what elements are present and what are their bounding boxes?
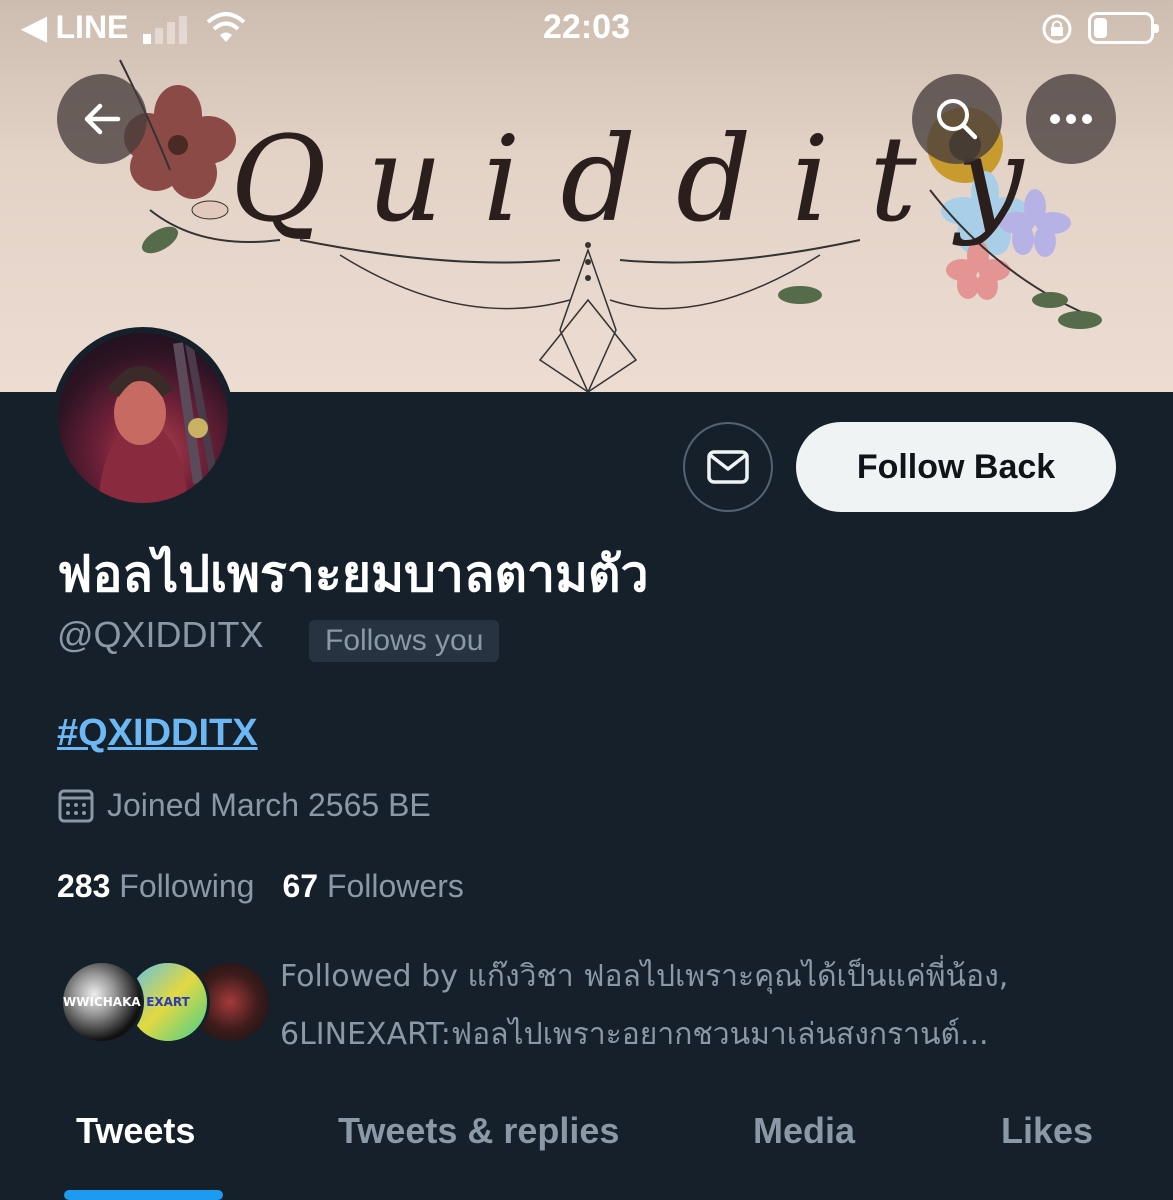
message-button[interactable] [683, 422, 773, 512]
battery-icon [1088, 12, 1159, 44]
followed-by-line-1: Followed by แก๊งวิชา ฟอลไปเพราะคุณได้เป็… [280, 959, 1009, 994]
bio-hashtag-link[interactable]: #QXIDDITX [57, 712, 258, 755]
tab-media[interactable]: Media [753, 1110, 855, 1152]
avatar-image [58, 333, 228, 503]
status-bar: ◀ LINE 22:03 [0, 0, 1173, 60]
followers-count: 67 [282, 868, 319, 904]
search-button[interactable] [912, 74, 1002, 164]
followers-label: Followers [326, 868, 464, 904]
username-handle: @QXIDDITX [57, 614, 264, 655]
tab-tweets-replies[interactable]: Tweets & replies [338, 1110, 619, 1152]
search-icon [937, 99, 978, 140]
joined-text: Joined March 2565 BE [107, 786, 431, 823]
follows-you-badge: Follows you [309, 620, 500, 662]
follow-stats: 283 Following 67 Followers [57, 868, 464, 905]
clock: 22:03 [543, 8, 630, 46]
more-options-button[interactable] [1026, 74, 1116, 164]
orientation-lock-icon [1042, 14, 1072, 44]
display-name: ฟอลไปเพราะยมบาลตามตัว [57, 545, 649, 603]
more-icon [1050, 114, 1092, 124]
tab-likes[interactable]: Likes [1001, 1110, 1093, 1152]
profile-avatar[interactable] [52, 327, 234, 509]
mail-icon [707, 450, 749, 484]
back-arrow-icon [84, 103, 121, 135]
followed-by-text[interactable]: Followed by แก๊งวิชา ฟอลไปเพราะคุณได้เป็… [280, 948, 1140, 1064]
following-label: Following [119, 868, 255, 904]
joined-date: Joined March 2565 BE [57, 786, 431, 824]
back-button[interactable] [57, 74, 147, 164]
followed-by-line-2: 6LINEXART:ฟอลไปเพราะอยากชวนมาเล่นสงกรานต… [280, 1017, 989, 1052]
banner-title: Quiddity [230, 110, 1064, 248]
calendar-icon [58, 789, 94, 823]
profile-tabs: Tweets Tweets & replies Media Likes [0, 1110, 1173, 1200]
tab-tweets[interactable]: Tweets [76, 1110, 195, 1152]
follow-back-button[interactable]: Follow Back [796, 422, 1116, 512]
following-count: 283 [57, 868, 111, 904]
followed-by-avatars[interactable]: WWICHAKAN EXART [60, 960, 272, 1046]
followers-link[interactable]: 67 Followers [282, 868, 463, 905]
active-tab-indicator [64, 1190, 223, 1200]
follower-avatar: WWICHAKAN [60, 960, 144, 1044]
following-link[interactable]: 283 Following [57, 868, 254, 905]
